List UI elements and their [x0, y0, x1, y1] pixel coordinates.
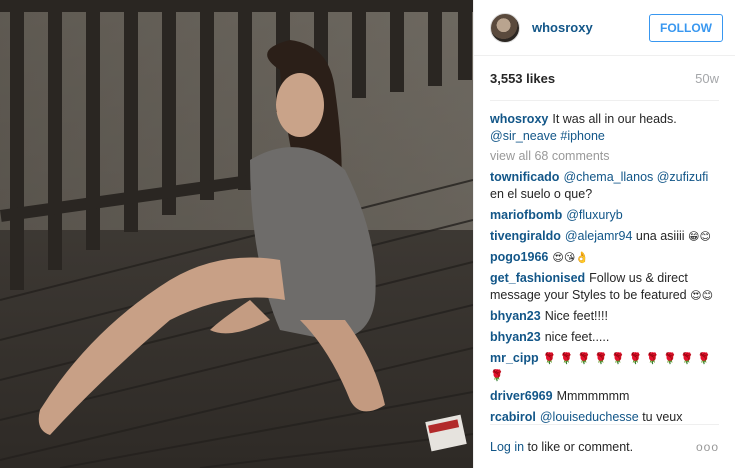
instagram-post: whosroxy FOLLOW 3,553 likes 50w whosroxy… [0, 0, 735, 468]
comment-username[interactable]: bhyan23 [490, 309, 541, 323]
post-header: whosroxy FOLLOW [474, 0, 735, 56]
caption-username[interactable]: whosroxy [490, 112, 548, 126]
comment-username[interactable]: pogo1966 [490, 250, 548, 264]
comment-username[interactable]: get_fashionised [490, 271, 585, 285]
caption-mentions[interactable]: @sir_neave #iphone [490, 129, 605, 143]
comment-item: bhyan23 Nice feet!!!! [490, 308, 719, 325]
comment-item: pogo1966 😍😘👌 [490, 249, 719, 266]
comment-username[interactable]: townificado [490, 170, 559, 184]
comment-mention[interactable]: @louiseduchesse [540, 410, 639, 423]
comment-username[interactable]: mariofbomb [490, 208, 562, 222]
header-username[interactable]: whosroxy [532, 20, 649, 35]
more-options-icon[interactable]: ooo [696, 440, 719, 454]
login-prompt: Log in to like or comment. [490, 440, 633, 454]
caption: whosroxy It was all in our heads. @sir_ne… [490, 111, 719, 145]
like-count[interactable]: 3,553 likes [490, 71, 555, 86]
comment-username[interactable]: rcabirol [490, 410, 536, 423]
comment-item: get_fashionised Follow us & direct messag… [490, 270, 719, 304]
comment-item: townificado @chema_llanos @zufizufi en el… [490, 169, 719, 203]
comment-item: bhyan23 nice feet..... [490, 329, 719, 346]
comment-mention[interactable]: @chema_llanos @zufizufi [563, 170, 708, 184]
comment-item: mr_cipp 🌹 🌹 🌹 🌹 🌹 🌹 🌹 🌹 🌹 🌹 🌹 [490, 350, 719, 384]
post-sidebar: whosroxy FOLLOW 3,553 likes 50w whosroxy… [473, 0, 735, 468]
comment-item: driver6969 Mmmmmmm [490, 388, 719, 405]
comment-username[interactable]: bhyan23 [490, 330, 541, 344]
comment-item: rcabirol@louiseduchesse tu veux t'asseoi… [490, 409, 719, 423]
post-age[interactable]: 50w [695, 71, 719, 86]
caption-text: It was all in our heads. [552, 112, 677, 126]
follow-button[interactable]: FOLLOW [649, 13, 723, 42]
comment-mention[interactable]: @fluxuryb [566, 208, 622, 222]
comment-mention[interactable]: @alejamr94 [565, 229, 633, 243]
comment-list: whosroxy It was all in our heads. @sir_ne… [474, 101, 735, 423]
comment-text: una asiiii [635, 229, 685, 243]
comment-text: nice feet..... [544, 330, 610, 344]
post-footer: Log in to like or comment. ooo [490, 424, 719, 468]
post-photo[interactable] [0, 0, 473, 468]
comment-username[interactable]: mr_cipp [490, 351, 539, 365]
comment-text: en el suelo o que? [490, 187, 593, 201]
photo-image [0, 0, 473, 468]
comment-item: mariofbomb @fluxuryb [490, 207, 719, 224]
comment-text: Mmmmmmm [556, 389, 630, 403]
view-all-comments-link[interactable]: view all 68 comments [490, 149, 719, 163]
comment-emoji: 😁😊 [688, 230, 711, 243]
avatar[interactable] [490, 12, 520, 43]
comment-emoji: 😍😘👌 [552, 251, 589, 264]
login-link[interactable]: Log in [490, 440, 524, 454]
comment-item: tivengiraldo @alejamr94 una asiiii 😁😊 [490, 228, 719, 245]
post-meta: 3,553 likes 50w [490, 56, 719, 101]
comment-text: Nice feet!!!! [544, 309, 608, 323]
login-prompt-text: to like or comment. [524, 439, 634, 454]
comment-username[interactable]: tivengiraldo [490, 229, 561, 243]
comment-username[interactable]: driver6969 [490, 389, 553, 403]
comment-emoji: 😍😊 [690, 289, 714, 302]
